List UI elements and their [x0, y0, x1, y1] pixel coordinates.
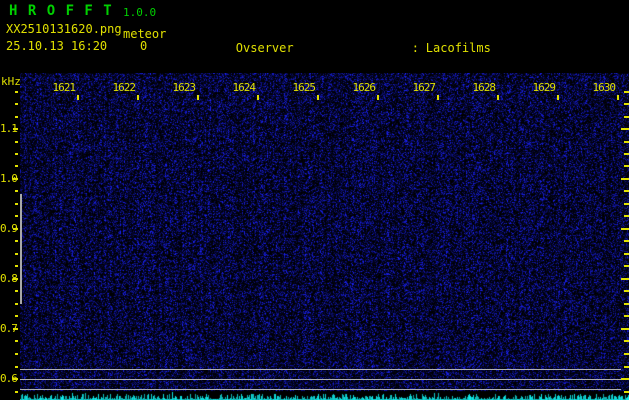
time-tick-label: 1630	[585, 82, 615, 94]
time-tick	[317, 95, 319, 100]
time-tick-label: 1629	[525, 82, 555, 94]
freq-tick-label: 0.6	[0, 373, 13, 385]
freq-tick-label: 1.1	[0, 123, 13, 135]
freq-minor-tick-right	[624, 153, 629, 155]
time-tick	[257, 95, 259, 100]
date-time: 25.10.13 16:20	[6, 39, 107, 53]
app-version: 1.0.0	[123, 6, 156, 19]
freq-minor-tick-right	[624, 141, 629, 143]
time-tick-label: 1627	[405, 82, 435, 94]
reference-line	[20, 369, 621, 370]
output-filename: XX2510131620.png	[6, 22, 122, 36]
freq-major-tick-right	[621, 228, 629, 230]
time-tick-label: 1624	[225, 82, 255, 94]
freq-minor-tick-left	[15, 353, 18, 355]
freq-minor-tick-left	[15, 215, 18, 217]
time-tick	[197, 95, 199, 100]
freq-minor-tick-right	[624, 190, 629, 192]
freq-minor-tick-left	[15, 141, 18, 143]
freq-minor-tick-left	[15, 165, 18, 167]
freq-major-tick-right	[621, 378, 629, 380]
reference-line	[20, 379, 621, 380]
spectrogram-canvas	[20, 73, 629, 400]
freq-minor-tick-left	[15, 265, 18, 267]
freq-minor-tick-right	[624, 353, 629, 355]
freq-minor-tick-right	[624, 315, 629, 317]
frequency-band-marker	[20, 194, 22, 304]
freq-minor-tick-left	[15, 253, 18, 255]
time-tick-label: 1626	[345, 82, 375, 94]
time-tick-label: 1622	[105, 82, 135, 94]
info-row-observer: Ovserver:Lacofilms	[178, 29, 592, 42]
time-tick-label: 1621	[45, 82, 75, 94]
freq-minor-tick-right	[624, 290, 629, 292]
app-title: H R O F F T	[9, 3, 113, 19]
freq-tick-label: 1.0	[0, 173, 13, 185]
freq-minor-tick-left	[15, 103, 18, 105]
observer-label: Ovserver	[236, 42, 412, 55]
freq-minor-tick-left	[15, 153, 18, 155]
freq-minor-tick-right	[624, 303, 629, 305]
freq-minor-tick-left	[15, 366, 18, 368]
freq-tick-label: 0.8	[0, 273, 13, 285]
time-tick-label: 1628	[465, 82, 495, 94]
reference-line	[20, 389, 621, 390]
freq-minor-tick-left	[15, 240, 18, 242]
time-tick	[617, 95, 619, 100]
freq-minor-tick-right	[624, 91, 629, 93]
separator: :	[412, 42, 419, 55]
freq-tick-label: 0.9	[0, 223, 13, 235]
freq-minor-tick-left	[15, 203, 18, 205]
freq-minor-tick-right	[624, 215, 629, 217]
time-tick	[497, 95, 499, 100]
freq-tick-label: 0.7	[0, 323, 13, 335]
freq-minor-tick-left	[15, 116, 18, 118]
freq-major-tick-right	[621, 128, 629, 130]
freq-minor-tick-left	[15, 340, 18, 342]
time-tick-label: 1625	[285, 82, 315, 94]
freq-minor-tick-right	[624, 165, 629, 167]
freq-major-tick-right	[621, 328, 629, 330]
time-tick	[437, 95, 439, 100]
freq-minor-tick-right	[624, 203, 629, 205]
freq-minor-tick-left	[15, 91, 18, 93]
frequency-unit-label: kHz	[1, 75, 21, 88]
time-tick-label: 1623	[165, 82, 195, 94]
freq-major-tick-right	[621, 278, 629, 280]
freq-minor-tick-left	[15, 190, 18, 192]
freq-minor-tick-right	[624, 391, 629, 393]
freq-minor-tick-right	[624, 116, 629, 118]
freq-minor-tick-left	[15, 391, 18, 393]
freq-minor-tick-right	[624, 366, 629, 368]
time-tick	[377, 95, 379, 100]
freq-major-tick-right	[621, 178, 629, 180]
freq-minor-tick-right	[624, 340, 629, 342]
freq-minor-tick-left	[15, 303, 18, 305]
freq-minor-tick-right	[624, 103, 629, 105]
time-tick	[77, 95, 79, 100]
freq-minor-tick-right	[624, 253, 629, 255]
hrofft-output-screen: H R O F F T 1.0.0 XX2510131620.png meteo…	[0, 0, 629, 400]
freq-minor-tick-left	[15, 315, 18, 317]
freq-minor-tick-right	[624, 265, 629, 267]
freq-minor-tick-right	[624, 240, 629, 242]
time-tick	[137, 95, 139, 100]
time-tick	[557, 95, 559, 100]
meteor-count: 0	[140, 39, 147, 53]
observer-value: Lacofilms	[426, 41, 491, 55]
freq-minor-tick-left	[15, 290, 18, 292]
